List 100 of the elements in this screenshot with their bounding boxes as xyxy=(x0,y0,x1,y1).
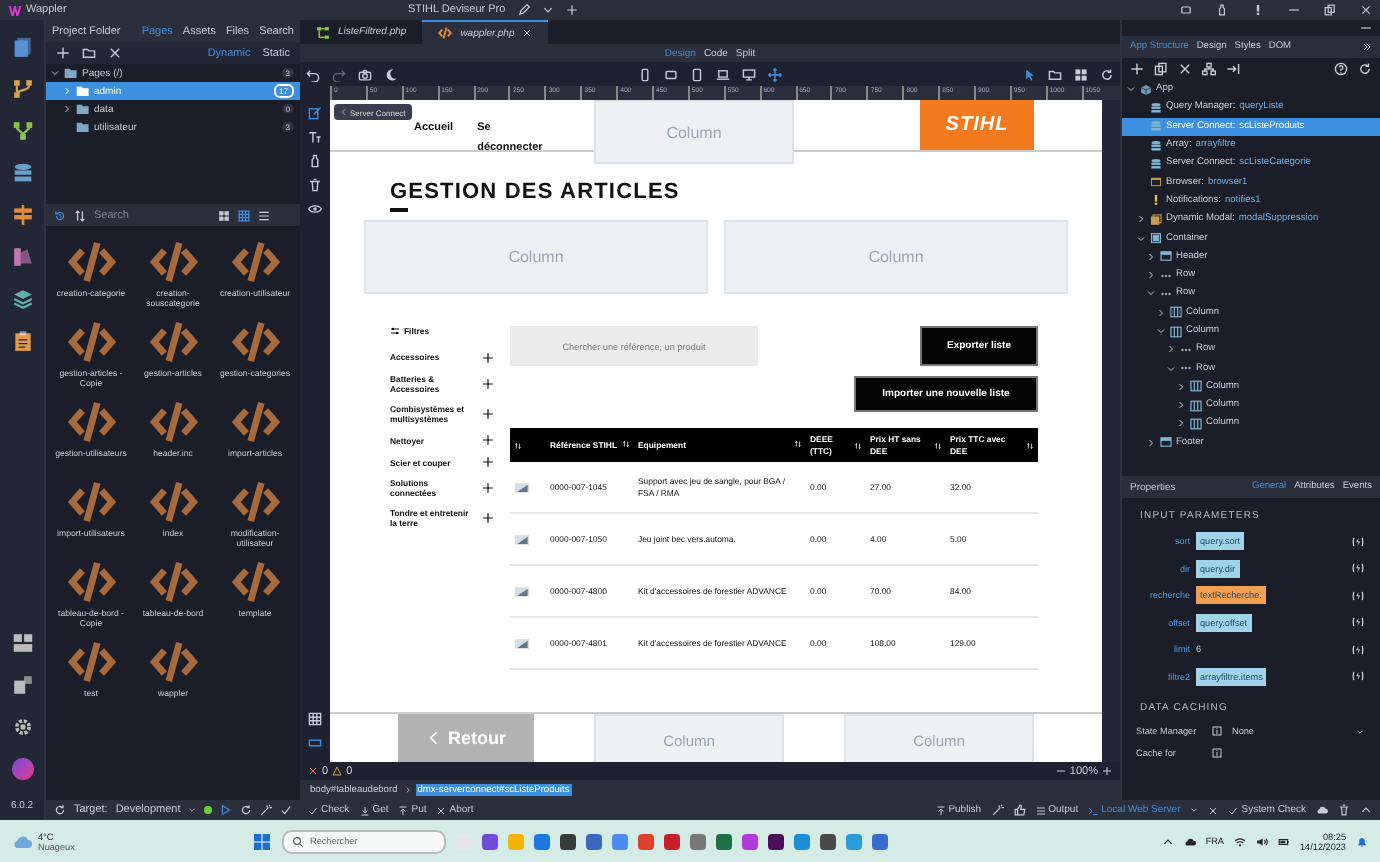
lightning-icon[interactable] xyxy=(1352,616,1364,629)
chevron-icon[interactable] xyxy=(1166,344,1176,355)
chevron-icon[interactable] xyxy=(1176,381,1186,392)
chevron-icon[interactable] xyxy=(1146,270,1156,281)
chevron-icon[interactable] xyxy=(1146,437,1156,448)
monitor-icon[interactable] xyxy=(742,67,756,81)
caret-icon[interactable] xyxy=(1190,806,1199,814)
tiles-view-icon[interactable] xyxy=(238,209,250,221)
close-icon[interactable] xyxy=(522,28,533,38)
plus-icon[interactable] xyxy=(482,378,494,391)
speaker-icon[interactable] xyxy=(1256,835,1268,847)
layout-icon[interactable] xyxy=(1180,4,1192,16)
lightning-icon[interactable] xyxy=(1352,562,1364,575)
lightning-icon[interactable] xyxy=(1352,535,1364,548)
lightning-icon[interactable] xyxy=(1352,643,1364,656)
plus-icon[interactable] xyxy=(482,352,494,364)
zoom-out-icon[interactable] xyxy=(1055,766,1066,776)
database-icon[interactable] xyxy=(11,162,33,184)
minimize-icon[interactable] xyxy=(1288,4,1300,16)
notification-icon[interactable] xyxy=(1252,4,1264,16)
grid-view-icon[interactable] xyxy=(218,209,230,221)
chevron-icon[interactable] xyxy=(50,68,60,78)
moon-icon[interactable] xyxy=(384,67,398,81)
cloud-icon[interactable] xyxy=(1316,804,1328,816)
clipboard-icon[interactable] xyxy=(11,330,33,352)
edit-icon[interactable] xyxy=(308,106,322,120)
plus-icon[interactable] xyxy=(482,456,494,469)
chevron-icon[interactable] xyxy=(1136,214,1146,225)
settings-icon[interactable] xyxy=(11,716,33,738)
sort-icon[interactable] xyxy=(74,209,86,221)
close-icon[interactable] xyxy=(1178,62,1192,76)
avatar-icon[interactable] xyxy=(11,758,33,780)
plus-icon[interactable] xyxy=(482,434,494,447)
hierarchy-icon[interactable] xyxy=(1202,62,1216,76)
arrow-right-icon[interactable] xyxy=(1226,62,1240,76)
signpost-icon[interactable] xyxy=(11,204,33,226)
chevron-icon[interactable] xyxy=(62,104,72,114)
caret-icon[interactable] xyxy=(188,806,197,814)
refresh-icon[interactable] xyxy=(54,804,66,816)
info-icon[interactable] xyxy=(1212,748,1222,758)
close-icon[interactable] xyxy=(1360,4,1372,16)
caret-icon[interactable] xyxy=(1356,727,1364,735)
chevron-icon[interactable] xyxy=(1136,233,1146,244)
pencil-icon[interactable] xyxy=(517,4,530,16)
scrollbar[interactable] xyxy=(1102,100,1120,762)
thumbs-up-icon[interactable] xyxy=(1013,804,1026,816)
plus-icon[interactable] xyxy=(482,408,494,421)
pages-icon[interactable] xyxy=(11,36,33,58)
copy-icon[interactable] xyxy=(1154,62,1168,76)
error-icon[interactable] xyxy=(308,766,318,776)
chevron-up-icon[interactable] xyxy=(1161,835,1174,847)
reload-icon[interactable] xyxy=(240,804,252,816)
wifi-icon[interactable] xyxy=(1234,835,1246,847)
chevron-icon[interactable] xyxy=(1156,307,1166,318)
redo-icon[interactable] xyxy=(332,67,346,81)
history-icon[interactable] xyxy=(54,209,66,221)
grid-icon[interactable] xyxy=(1074,67,1088,81)
chevron-icon[interactable] xyxy=(1176,418,1186,429)
pointer-icon[interactable] xyxy=(1022,67,1036,81)
wand-icon[interactable] xyxy=(260,804,272,816)
nodes-icon[interactable] xyxy=(11,120,33,142)
branch-icon[interactable] xyxy=(11,78,33,100)
phone-icon[interactable] xyxy=(638,67,652,81)
plus-icon[interactable] xyxy=(482,482,494,495)
chevron-icon[interactable] xyxy=(1146,251,1156,262)
help-icon[interactable] xyxy=(1334,62,1348,76)
refresh-icon[interactable] xyxy=(1358,62,1372,76)
info-icon[interactable] xyxy=(1212,726,1222,736)
lightning-icon[interactable] xyxy=(1352,670,1364,683)
laptop-icon[interactable] xyxy=(716,67,730,81)
boxes-icon[interactable] xyxy=(11,632,33,654)
chevron-icon[interactable] xyxy=(1156,326,1166,336)
expand-icon[interactable] xyxy=(1362,42,1372,52)
chevron-icon[interactable] xyxy=(1176,400,1186,411)
bell-icon[interactable] xyxy=(1356,835,1368,847)
close-icon[interactable] xyxy=(108,46,122,60)
refresh-icon[interactable] xyxy=(1100,67,1114,81)
chevron-icon[interactable] xyxy=(1166,363,1176,374)
chevron-icon[interactable] xyxy=(1146,288,1156,299)
undo-icon[interactable] xyxy=(306,67,320,81)
folder-icon[interactable] xyxy=(1048,67,1062,81)
layers-icon[interactable] xyxy=(11,288,33,310)
camera-icon[interactable] xyxy=(358,67,372,81)
text-icon[interactable] xyxy=(308,130,322,144)
minimize-icon[interactable] xyxy=(1360,22,1372,34)
chevron-icon[interactable] xyxy=(1126,84,1136,95)
close-icon[interactable] xyxy=(1208,805,1219,815)
play-icon[interactable] xyxy=(220,804,232,816)
grid-icon[interactable] xyxy=(308,712,322,726)
frame-icon[interactable] xyxy=(308,736,322,750)
eye-icon[interactable] xyxy=(308,202,322,216)
maximize-icon[interactable] xyxy=(1324,4,1336,16)
windows-start-icon[interactable] xyxy=(252,831,272,851)
check-icon[interactable] xyxy=(280,804,292,816)
plus-icon[interactable] xyxy=(482,512,494,525)
list-view-icon[interactable] xyxy=(258,209,270,221)
bottle-icon[interactable] xyxy=(308,154,322,168)
move-icon[interactable] xyxy=(768,67,782,81)
chevron-down-icon[interactable] xyxy=(541,4,554,16)
zoom-in-icon[interactable] xyxy=(1102,766,1112,776)
